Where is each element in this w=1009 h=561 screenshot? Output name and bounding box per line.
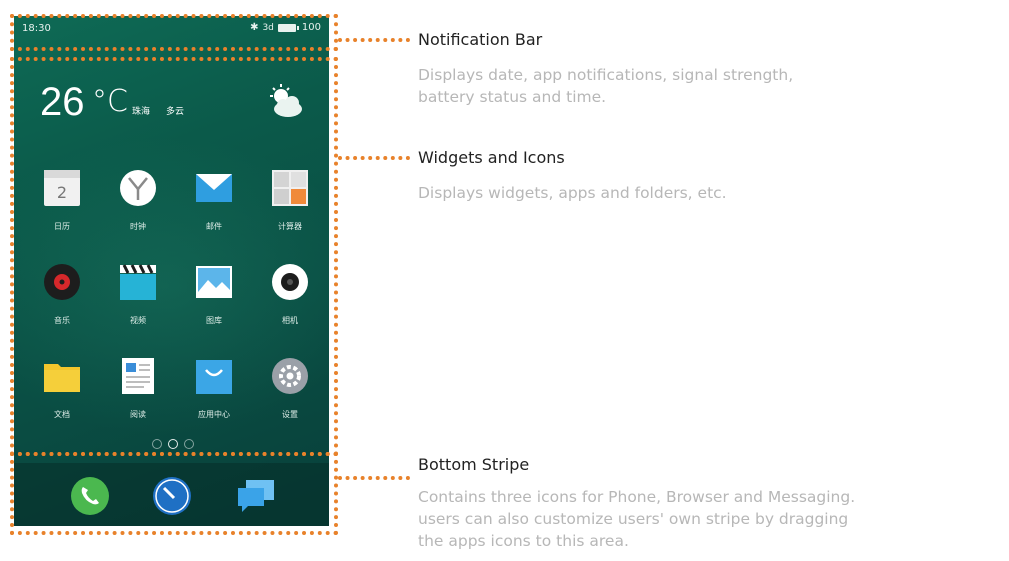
widgets-leader-line xyxy=(338,156,410,160)
bottom-stripe-highlight xyxy=(10,452,338,535)
notification-leader-line xyxy=(338,38,410,42)
widgets-highlight xyxy=(10,57,338,456)
bottom-stripe-desc-2: users can also customize users' own stri… xyxy=(418,510,849,528)
widgets-desc-1: Displays widgets, apps and folders, etc. xyxy=(418,184,727,202)
bottom-stripe-desc-3: the apps icons to this area. xyxy=(418,532,629,550)
bottom-stripe-desc-1: Contains three icons for Phone, Browser … xyxy=(418,488,856,506)
notification-bar-highlight xyxy=(10,14,338,51)
notification-bar-desc-1: Displays date, app notifications, signal… xyxy=(418,66,794,84)
notification-bar-desc-2: battery status and time. xyxy=(418,88,607,106)
bottom-stripe-leader-line xyxy=(338,476,410,480)
bottom-stripe-title: Bottom Stripe xyxy=(418,455,530,474)
widgets-title: Widgets and Icons xyxy=(418,148,565,167)
notification-bar-title: Notification Bar xyxy=(418,30,543,49)
